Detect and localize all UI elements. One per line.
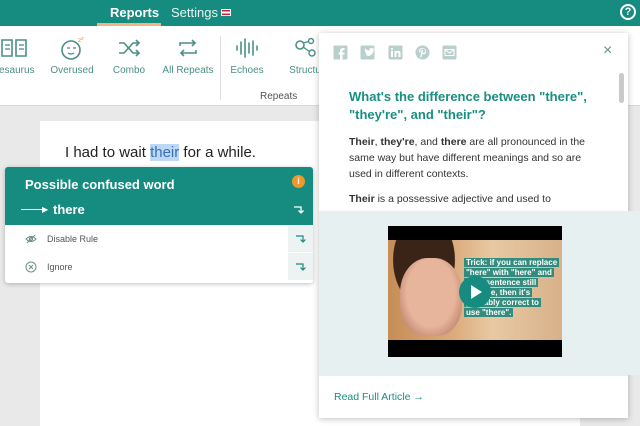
top-nav: Reports Settings ? <box>0 0 640 26</box>
help-icon[interactable]: ? <box>620 4 636 20</box>
facebook-icon[interactable] <box>333 45 348 60</box>
apply-arrow-icon <box>296 263 306 271</box>
read-full-article-link[interactable]: Read Full Article → <box>334 391 424 403</box>
info-icon[interactable]: i <box>292 175 305 188</box>
document-sentence[interactable]: I had to wait their for a while. <box>65 144 256 161</box>
toolbar-group-label: Repeats <box>260 91 298 102</box>
email-icon[interactable] <box>442 45 457 60</box>
ignore-row[interactable]: Ignore <box>5 253 313 280</box>
linkedin-icon[interactable] <box>388 45 403 60</box>
soundwave-icon <box>236 38 258 58</box>
disable-rule-label: Disable Rule <box>47 234 99 244</box>
highlighted-word[interactable]: their <box>150 144 180 161</box>
network-icon <box>295 37 316 57</box>
panel-scrollbar[interactable] <box>619 73 624 103</box>
text-before: I had to wait <box>65 144 151 161</box>
pinterest-icon[interactable] <box>415 45 430 60</box>
ignore-label: Ignore <box>47 262 73 272</box>
article-text: is a possessive adjective and used to <box>374 193 551 205</box>
popup-title: Possible confused word <box>25 177 175 192</box>
article-paragraph: Their, they're, and there are all pronou… <box>349 134 599 182</box>
disable-rule-action[interactable] <box>288 225 313 252</box>
close-icon[interactable]: × <box>603 42 612 60</box>
panel-divider <box>319 375 628 376</box>
shuffle-icon <box>119 39 141 57</box>
term-theyre: they're <box>380 136 415 148</box>
article-body: Their, they're, and there are all pronou… <box>349 134 599 216</box>
text-after: for a while. <box>179 144 256 161</box>
article-title: What's the difference between "there", "… <box>349 89 587 122</box>
video-player[interactable]: Trick: if you can replace "here" with "h… <box>388 226 562 357</box>
suggestion-popup: Possible confused word i ▶ there Disable… <box>5 167 313 283</box>
apply-suggestion-icon[interactable] <box>293 204 305 216</box>
tab-settings-label: Settings <box>171 5 218 20</box>
article-paragraph: Their is a possessive adjective and used… <box>349 191 599 207</box>
eye-off-icon <box>25 234 37 244</box>
term-their: Their <box>349 193 375 205</box>
tab-settings[interactable]: Settings <box>171 5 231 20</box>
caption-line: Trick: if you can replace <box>464 258 560 267</box>
twitter-icon[interactable] <box>360 45 375 60</box>
book-icon <box>1 39 27 57</box>
us-flag-icon <box>220 9 231 16</box>
disable-rule-row[interactable]: Disable Rule <box>5 225 313 252</box>
apply-arrow-icon <box>296 235 306 243</box>
tab-reports[interactable]: Reports <box>110 5 159 20</box>
play-icon[interactable] <box>459 276 491 308</box>
suggested-word[interactable]: there <box>53 202 85 217</box>
repeat-icon <box>179 39 197 57</box>
x-circle-icon <box>25 261 37 273</box>
term-there: there <box>440 136 467 148</box>
article-text: , and <box>414 136 441 148</box>
video-presenter <box>400 258 462 336</box>
ignore-action[interactable] <box>288 253 313 280</box>
term-their: Their <box>349 136 375 148</box>
popup-header: Possible confused word i ▶ there <box>5 167 313 225</box>
svg-text:z: z <box>81 36 84 42</box>
video-frame: Trick: if you can replace "here" with "h… <box>388 240 562 340</box>
sleepy-face-icon: z z <box>61 36 84 60</box>
arrow-head-icon: ▶ <box>42 205 49 214</box>
caption-line: use "there". <box>464 308 514 317</box>
